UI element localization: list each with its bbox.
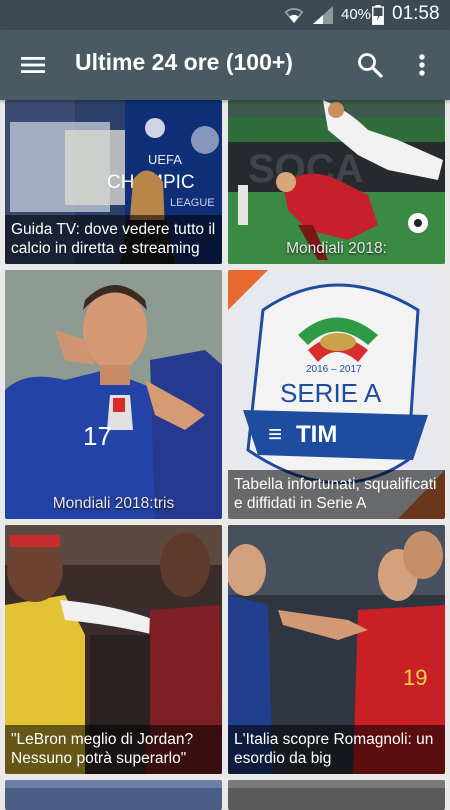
more-vert-icon[interactable] xyxy=(408,50,436,80)
battery-percent: 40% xyxy=(341,6,372,23)
article-image xyxy=(5,780,222,810)
app-bar: Ultime 24 ore (100+) xyxy=(0,30,450,100)
image-text: LEAGUE xyxy=(170,197,215,209)
article-card[interactable]: "LeBron meglio di Jordan? Nessuno potrà … xyxy=(5,525,222,774)
menu-icon[interactable] xyxy=(18,50,48,80)
image-text: TIM xyxy=(296,421,337,448)
image-text: 2016 – 2017 xyxy=(306,364,362,375)
article-image xyxy=(228,780,445,810)
article-caption: "LeBron meglio di Jordan? Nessuno potrà … xyxy=(5,725,222,774)
image-text: SERIE A xyxy=(280,378,382,408)
article-caption: Tabella infortunati, squalificati e diff… xyxy=(228,470,445,519)
article-caption: Mondiali 2018:tris xyxy=(52,495,175,512)
image-text: 19 xyxy=(403,665,427,690)
signal-icon xyxy=(313,6,333,24)
article-card[interactable] xyxy=(228,780,445,810)
article-card[interactable]: 17 Mondiali 2018:tris xyxy=(5,270,222,519)
article-caption: Mondiali 2018: xyxy=(286,240,387,257)
battery-charging-icon xyxy=(372,5,384,25)
article-card[interactable]: 19 L'Italia scopre Romagnoli: un esordio… xyxy=(228,525,445,774)
clock: 01:58 xyxy=(392,3,440,24)
article-caption: L'Italia scopre Romagnoli: un esordio da… xyxy=(228,725,445,774)
page-title: Ultime 24 ore (100+) xyxy=(75,49,293,75)
wifi-icon xyxy=(284,8,304,24)
article-image: 17 xyxy=(5,270,222,519)
article-card[interactable]: UEFA CHAMPIC LEAGUE Guida TV: dove veder… xyxy=(5,100,222,264)
article-card[interactable]: 2016 – 2017 SERIE A ≡ TIM Tabella infort… xyxy=(228,270,445,519)
article-card[interactable]: SOCA Mondiali 2018: xyxy=(228,100,445,264)
article-caption: Guida TV: dove vedere tutto il calcio in… xyxy=(5,215,222,264)
image-text: 17 xyxy=(83,421,112,451)
search-icon[interactable] xyxy=(355,50,385,80)
image-text: UEFA xyxy=(148,152,182,167)
status-bar: 40% 01:58 xyxy=(0,0,450,30)
article-card[interactable] xyxy=(5,780,222,810)
svg-text:≡: ≡ xyxy=(268,421,282,448)
